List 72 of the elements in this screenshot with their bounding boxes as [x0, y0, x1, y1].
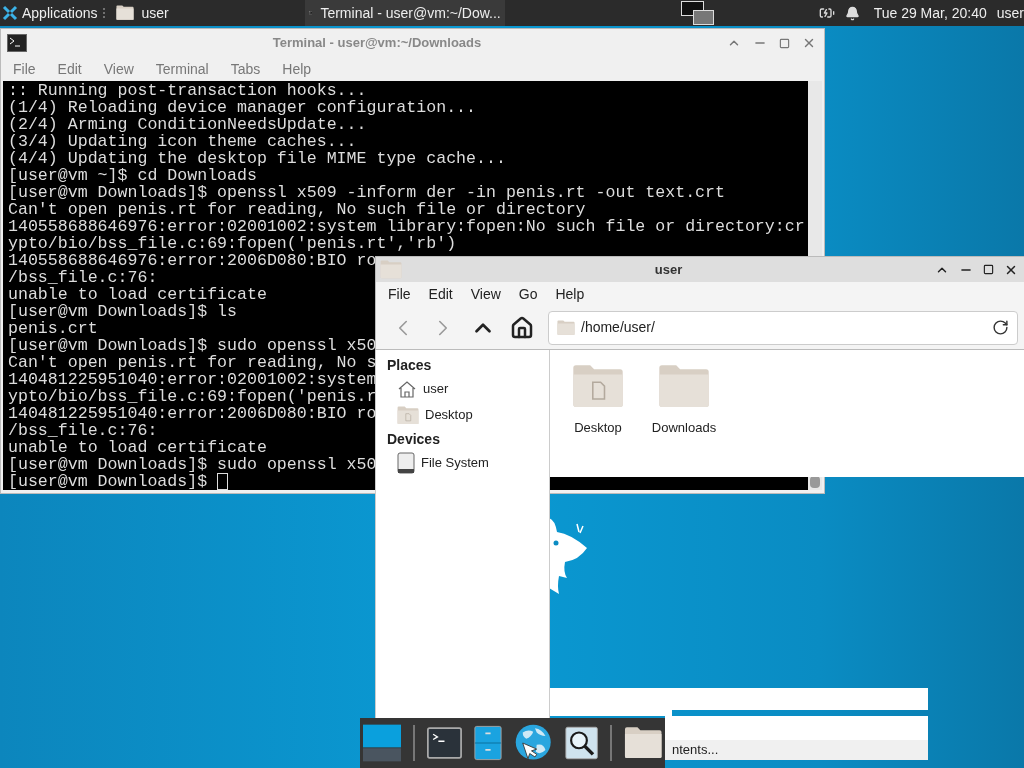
menu-item[interactable]: View: [103, 58, 134, 80]
menu-item[interactable]: Help: [555, 283, 585, 305]
drive-icon: [397, 452, 415, 474]
folder-icon: [380, 260, 402, 279]
sidebar-item[interactable]: Desktop: [387, 402, 538, 428]
terminal-line: (2/4) Arming ConditionNeedsUpdate...: [8, 116, 367, 133]
terminal-line: penis.crt: [8, 320, 98, 337]
sidebar-item[interactable]: File System: [387, 450, 538, 476]
terminal-line: (4/4) Updating the desktop file MIME type cache...: [8, 150, 506, 167]
folder-item[interactable]: Downloads: [652, 364, 716, 477]
terminal-line: unable to load certificate: [8, 286, 267, 303]
taskbar-button[interactable]: Terminal - user@vm:~/Dow...: [304, 0, 505, 26]
terminal-line: Can't open penis.rt for reading, No s: [8, 354, 377, 371]
menu-item[interactable]: Help: [282, 58, 312, 80]
terminal-line: [user@vm Downloads]$ ls: [8, 303, 238, 320]
terminal-line: 140481225951040:error:02001002:system: [8, 371, 377, 388]
folder-icon: [397, 405, 419, 425]
workspace-switcher-icon[interactable]: [680, 1, 715, 25]
terminal-line: (1/4) Reloading device manager configuration...: [8, 99, 477, 116]
folder-icon: [572, 364, 624, 409]
window-title: user: [653, 260, 684, 279]
folder-icon: [658, 364, 710, 409]
terminal-line: /bss_file.c:76:: [8, 269, 158, 286]
terminal-line: [user@vm Downloads]$: [8, 473, 209, 490]
window-title: Terminal - user@vm:~/Downloads: [271, 34, 483, 53]
reload-icon[interactable]: [992, 319, 1009, 336]
maximize-icon[interactable]: [983, 264, 994, 275]
clock[interactable]: Tue 29 Mar, 20:40: [873, 2, 987, 24]
file-cabinet-icon[interactable]: [474, 723, 503, 763]
terminal-line: ypto/bio/bss_file.c:69:fopen('penis.r: [8, 388, 377, 405]
battery-icon: [818, 5, 835, 21]
xfce-logo-icon: [2, 5, 18, 21]
terminal-line: ypto/bio/bss_file.c:69:fopen('penis.rt','rb'): [8, 235, 457, 252]
sidebar-item[interactable]: user: [387, 376, 538, 402]
terminal-line: Can't open penis.rt for reading, No such file or directory: [8, 201, 586, 218]
menu-item[interactable]: View: [470, 283, 501, 305]
menu-item[interactable]: File: [388, 283, 411, 305]
home-icon[interactable]: [510, 315, 534, 340]
location-field[interactable]: /home/user/: [548, 310, 1018, 345]
terminal-line: 140558688646976:error:02001002:system library:fopen:No such file or directory:cr: [8, 218, 805, 235]
places-menu-button[interactable]: user: [105, 0, 175, 26]
workspace-switcher-icon[interactable]: [363, 722, 402, 764]
bell-icon[interactable]: [844, 5, 860, 21]
menu-item[interactable]: Terminal: [155, 58, 209, 80]
sidebar-heading: Devices: [387, 429, 441, 449]
terminal-line: [user@vm Downloads]$ sudo openssl x50: [8, 337, 377, 354]
terminal-line: /bss_file.c:76:: [8, 422, 158, 439]
home-icon: [397, 379, 417, 399]
folder-icon: [115, 5, 134, 21]
menu-item[interactable]: File: [13, 58, 36, 80]
terminal-line: [user@vm ~]$ cd Downloads: [8, 167, 257, 184]
terminal-line: [user@vm Downloads]$ sudo openssl x50: [8, 456, 377, 473]
applications-menu-button[interactable]: Applications: [0, 0, 102, 26]
terminal-line: unable to load certificate: [8, 439, 267, 456]
terminal-line: [user@vm Downloads]$ openssl x509 -inform der -in penis.rt -out text.crt: [8, 184, 725, 201]
user-name[interactable]: user: [996, 2, 1024, 24]
search-icon[interactable]: [564, 724, 598, 762]
handle-icon: [101, 7, 106, 19]
terminal-line: :: Running post-transaction hooks...: [8, 82, 367, 99]
status-text: ntents...: [672, 741, 719, 760]
menu-item[interactable]: Tabs: [230, 58, 261, 80]
text-cursor: [217, 473, 229, 490]
menu-item[interactable]: Go: [518, 283, 538, 305]
menu-item[interactable]: Edit: [57, 58, 82, 80]
scrollbar-thumb[interactable]: [810, 476, 820, 488]
menu-item[interactable]: Edit: [428, 283, 453, 305]
terminal-line: 140481225951040:error:2006D080:BIO ro: [8, 405, 377, 422]
terminal-line: 140558688646976:error:2006D080:BIO ro: [8, 252, 377, 269]
terminal-line: (3/4) Updating icon theme caches...: [8, 133, 357, 150]
sidebar-heading: Places: [387, 355, 433, 375]
folder-icon: [557, 319, 575, 336]
folder-item[interactable]: Desktop: [566, 364, 630, 477]
